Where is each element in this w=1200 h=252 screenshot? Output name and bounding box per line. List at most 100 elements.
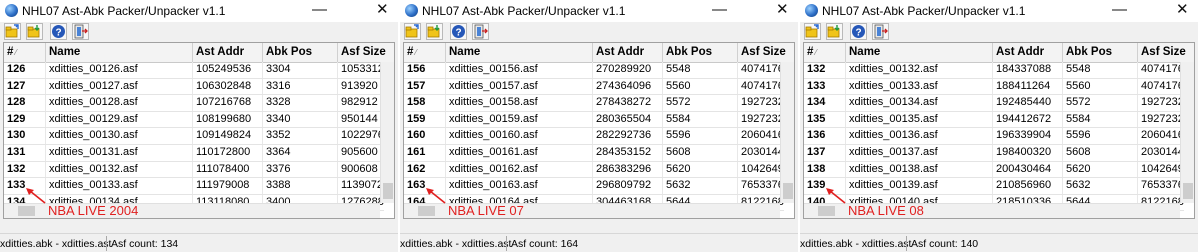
table-cell: 3364 xyxy=(263,144,338,161)
table-row[interactable]: 133 xditties_00133.asf 188411264 5560 407417… xyxy=(804,78,1184,96)
column-header[interactable]: # ⁄ xyxy=(404,43,446,62)
close-icon[interactable]: ✕ xyxy=(376,2,389,18)
column-header[interactable]: Ast Addr xyxy=(193,43,263,62)
table-row[interactable]: 134 xditties_00134.asf 192485440 5572 192723… xyxy=(804,95,1184,112)
table-row[interactable]: 132 xditties_00132.asf 111078400 3376 900608 xyxy=(4,161,384,179)
help-icon[interactable]: ? xyxy=(850,23,867,40)
scroll-thumb[interactable] xyxy=(18,206,35,216)
table-row[interactable]: 127 xditties_00127.asf 106302848 3316 913920 xyxy=(4,78,384,96)
table-cell: 106302848 xyxy=(193,78,263,95)
minimize-icon[interactable]: — xyxy=(712,2,727,18)
table-row[interactable]: 159 xditties_00159.asf 280365504 5584 192723… xyxy=(404,111,784,129)
scroll-thumb[interactable] xyxy=(383,183,393,199)
open-folder-icon[interactable] xyxy=(4,23,21,40)
table-row[interactable]: 157 xditties_00157.asf 274364096 5560 407417… xyxy=(404,78,784,96)
title-bar[interactable]: NHL07 Ast-Abk Packer/Unpacker v1.1 — ✕ xyxy=(800,0,1198,22)
table-cell: xditties_00138.asf xyxy=(846,161,993,178)
column-header[interactable]: Ast Addr xyxy=(593,43,663,62)
table-cell: 138 xyxy=(804,161,846,178)
help-icon[interactable]: ? xyxy=(50,23,67,40)
exit-icon[interactable] xyxy=(72,23,89,40)
svg-text:?: ? xyxy=(55,28,61,39)
table-cell: 270289920 xyxy=(593,62,663,78)
scroll-thumb[interactable] xyxy=(418,206,435,216)
table-cell: 5620 xyxy=(1063,161,1138,178)
table-cell: 160 xyxy=(404,128,446,144)
table-cell: 5548 xyxy=(1063,62,1138,78)
column-header-row: # ⁄ Name Ast Addr Abk Pos Asf Size xyxy=(404,43,794,63)
title-bar[interactable]: NHL07 Ast-Abk Packer/Unpacker v1.1 — ✕ xyxy=(400,0,798,22)
vertical-scrollbar[interactable] xyxy=(1180,62,1194,203)
sort-indicator-icon: ⁄ xyxy=(415,48,417,57)
table-row[interactable]: 161 xditties_00161.asf 284353152 5608 203014… xyxy=(404,144,784,162)
column-header[interactable]: Asf Size xyxy=(338,43,394,62)
column-header[interactable]: Name xyxy=(46,43,193,62)
column-header[interactable]: Ast Addr xyxy=(993,43,1063,62)
save-folder-icon[interactable] xyxy=(426,23,443,40)
column-header[interactable]: Asf Size xyxy=(738,43,794,62)
exit-icon[interactable] xyxy=(472,23,489,40)
svg-text:?: ? xyxy=(455,28,461,39)
table-row[interactable]: 158 xditties_00158.asf 278438272 5572 192723… xyxy=(404,95,784,112)
file-list-grid[interactable]: # ⁄ Name Ast Addr Abk Pos Asf Size 132 xditties… xyxy=(803,42,1195,219)
title-bar[interactable]: NHL07 Ast-Abk Packer/Unpacker v1.1 — ✕ xyxy=(0,0,398,22)
exit-icon[interactable] xyxy=(872,23,889,40)
close-icon[interactable]: ✕ xyxy=(1176,2,1189,18)
table-row[interactable]: 139 xditties_00139.asf 210856960 5632 765337… xyxy=(804,178,1184,195)
vertical-scrollbar[interactable] xyxy=(380,62,394,203)
table-row[interactable]: 162 xditties_00162.asf 286383296 5620 104264… xyxy=(404,161,790,179)
table-cell: 5620 xyxy=(663,161,738,178)
table-cell: 161 xyxy=(404,144,446,161)
table-row[interactable]: 135 xditties_00135.asf 194412672 5584 192723… xyxy=(804,111,1184,129)
sort-indicator-icon: ⁄ xyxy=(815,48,817,57)
table-cell: xditties_00131.asf xyxy=(46,144,193,161)
column-header-label: Asf Size xyxy=(1141,46,1186,58)
column-header-label: # xyxy=(807,46,814,58)
table-cell: xditties_00136.asf xyxy=(846,128,993,144)
status-bar: xditties.abk - xditties.ast Asf count: 13… xyxy=(0,233,398,252)
table-row[interactable]: 137 xditties_00137.asf 198400320 5608 203014… xyxy=(804,144,1184,162)
column-header[interactable]: Abk Pos xyxy=(1063,43,1138,62)
column-header-row: # ⁄ Name Ast Addr Abk Pos Asf Size xyxy=(4,43,394,63)
open-folder-icon[interactable] xyxy=(804,23,821,40)
app-globe-icon xyxy=(405,4,418,17)
table-row[interactable]: 129 xditties_00129.asf 108199680 3340 950144 xyxy=(4,111,384,129)
table-row[interactable]: 132 xditties_00132.asf 184337088 5548 407417… xyxy=(804,62,1184,79)
table-row[interactable]: 156 xditties_00156.asf 270289920 5548 407417… xyxy=(404,62,784,79)
save-folder-icon[interactable] xyxy=(826,23,843,40)
help-icon[interactable]: ? xyxy=(450,23,467,40)
save-folder-icon[interactable] xyxy=(26,23,43,40)
table-cell: 286383296 xyxy=(593,161,663,178)
minimize-icon[interactable]: — xyxy=(1112,2,1127,18)
open-folder-icon[interactable] xyxy=(404,23,421,40)
file-list-grid[interactable]: # ⁄ Name Ast Addr Abk Pos Asf Size 156 xditties… xyxy=(403,42,795,219)
vertical-scrollbar[interactable] xyxy=(780,62,794,203)
column-header[interactable]: Name xyxy=(446,43,593,62)
file-list-grid[interactable]: # ⁄ Name Ast Addr Abk Pos Asf Size 126 xditties… xyxy=(3,42,395,219)
table-cell: 3388 xyxy=(263,178,338,194)
table-row[interactable]: 131 xditties_00131.asf 110172800 3364 905600 xyxy=(4,144,384,162)
table-row[interactable]: 130 xditties_00130.asf 109149824 3352 102297… xyxy=(4,128,384,145)
column-header[interactable]: Abk Pos xyxy=(263,43,338,62)
table-cell: 5548 xyxy=(663,62,738,78)
column-header[interactable]: Asf Size xyxy=(1138,43,1194,62)
table-row[interactable]: 126 xditties_00126.asf 105249536 3304 105331… xyxy=(4,62,384,79)
table-row[interactable]: 128 xditties_00128.asf 107216768 3328 982912 xyxy=(4,95,384,112)
minimize-icon[interactable]: — xyxy=(312,2,327,18)
table-cell: 274364096 xyxy=(593,78,663,95)
column-header[interactable]: Abk Pos xyxy=(663,43,738,62)
table-row[interactable]: 136 xditties_00136.asf 196339904 5596 206041… xyxy=(804,128,1184,145)
table-row[interactable]: 138 xditties_00138.asf 200430464 5620 104264… xyxy=(804,161,1190,179)
scroll-thumb[interactable] xyxy=(1183,183,1193,199)
table-row[interactable]: 133 xditties_00133.asf 111979008 3388 113907… xyxy=(4,178,384,195)
close-icon[interactable]: ✕ xyxy=(776,2,789,18)
table-row[interactable]: 163 xditties_00163.asf 296809792 5632 765337… xyxy=(404,178,784,195)
table-row[interactable]: 160 xditties_00160.asf 282292736 5596 206041… xyxy=(404,128,784,145)
column-header[interactable]: Name xyxy=(846,43,993,62)
table-cell: xditties_00134.asf xyxy=(846,95,993,111)
scroll-thumb[interactable] xyxy=(818,206,835,216)
table-cell: 296809792 xyxy=(593,178,663,194)
column-header[interactable]: # ⁄ xyxy=(4,43,46,62)
scroll-thumb[interactable] xyxy=(783,183,793,199)
column-header[interactable]: # ⁄ xyxy=(804,43,846,62)
